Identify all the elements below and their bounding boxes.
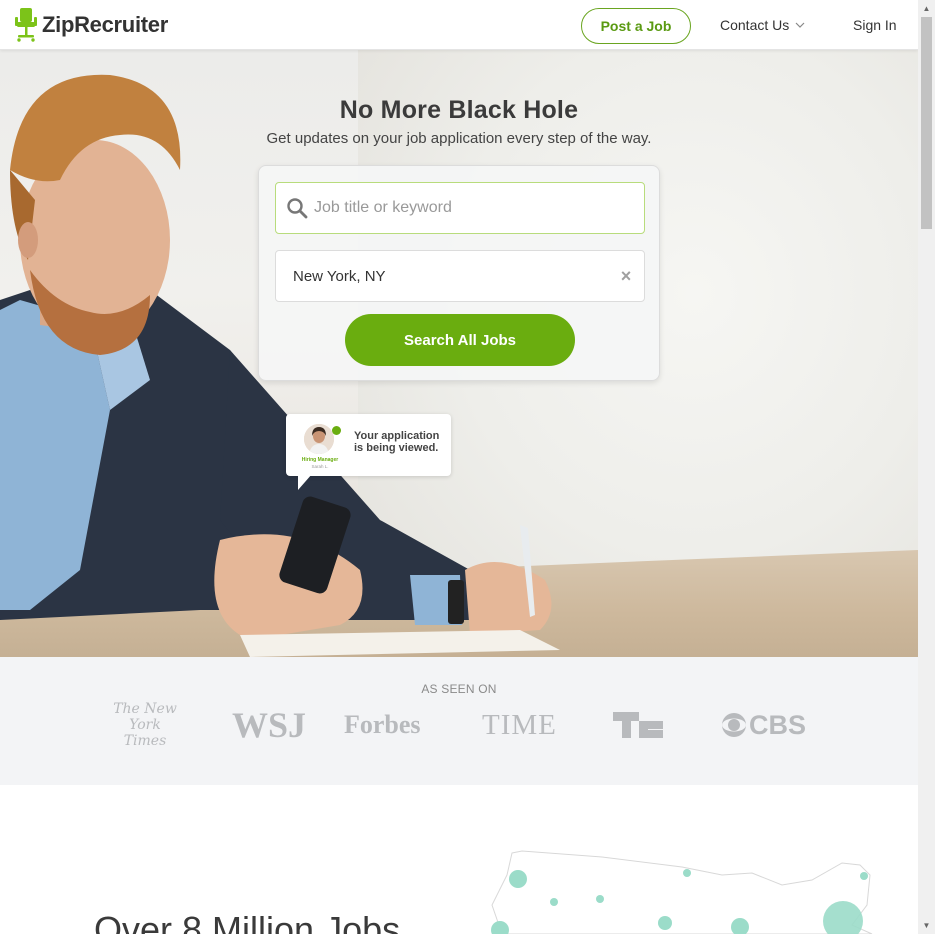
scroll-thumb[interactable] — [921, 17, 932, 229]
application-viewed-notification: Hiring Manager Sarah L. Your application… — [286, 414, 451, 490]
search-icon — [287, 198, 308, 219]
search-all-jobs-button[interactable]: Search All Jobs — [345, 314, 575, 366]
online-status-dot — [332, 426, 341, 435]
as-seen-on-label: AS SEEN ON — [421, 682, 497, 696]
cbs-eye-icon — [722, 713, 746, 737]
hero-title: No More Black Hole — [339, 96, 579, 124]
chevron-down-icon — [795, 22, 805, 28]
logo-wordmark: ZipRecruiter — [42, 12, 168, 37]
hero-subtitle: Get updates on your job application ever… — [266, 130, 652, 147]
hiring-manager-name: Sarah L. — [311, 464, 329, 469]
us-jobs-map — [491, 850, 873, 934]
clear-location-icon[interactable]: × — [618, 266, 634, 286]
contact-us-label: Contact Us — [720, 17, 790, 33]
wsj-logo: WSJ — [232, 705, 307, 745]
techcrunch-logo — [613, 701, 663, 749]
forbes-logo: Forbes — [344, 710, 421, 739]
location-field[interactable]: × — [275, 250, 645, 302]
keyword-input[interactable] — [314, 199, 634, 217]
sign-in-link[interactable]: Sign In — [853, 17, 897, 33]
post-a-job-button[interactable]: Post a Job — [581, 8, 691, 44]
chair-logo-icon — [15, 8, 37, 42]
jobs-count-section: Over 8 Million Jobs — [0, 785, 918, 934]
jobs-count-headline: Over 8 Million Jobs — [94, 909, 401, 934]
hero-section: No More Black Hole Get updates on your j… — [0, 50, 918, 657]
bubble-tail — [298, 474, 312, 490]
contact-us-menu[interactable]: Contact Us — [720, 17, 805, 33]
as-seen-on-section: AS SEEN ON The New York Times WSJ Forbes… — [0, 657, 918, 785]
hiring-manager-role: Hiring Manager — [301, 457, 339, 463]
hiring-manager-avatar — [304, 424, 334, 454]
keyword-field[interactable] — [275, 182, 645, 234]
cbs-wordmark: CBS — [749, 709, 807, 740]
top-header: ZipRecruiter Post a Job Contact Us Sign … — [0, 0, 918, 50]
page-scrollbar[interactable]: ▲ ▼ — [918, 0, 935, 934]
location-input[interactable] — [293, 267, 593, 285]
notification-message: Your application is being viewed. — [354, 430, 440, 454]
ziprecruiter-logo[interactable]: ZipRecruiter — [14, 8, 168, 42]
cbs-logo: CBS — [721, 701, 806, 749]
time-logo: TIME — [482, 708, 557, 741]
nyt-logo: The New York Times — [113, 701, 177, 749]
job-search-card: × Search All Jobs — [258, 165, 660, 381]
techcrunch-mark-icon — [613, 712, 663, 738]
scroll-down-icon[interactable]: ▼ — [918, 917, 935, 934]
scroll-up-icon[interactable]: ▲ — [918, 0, 935, 17]
